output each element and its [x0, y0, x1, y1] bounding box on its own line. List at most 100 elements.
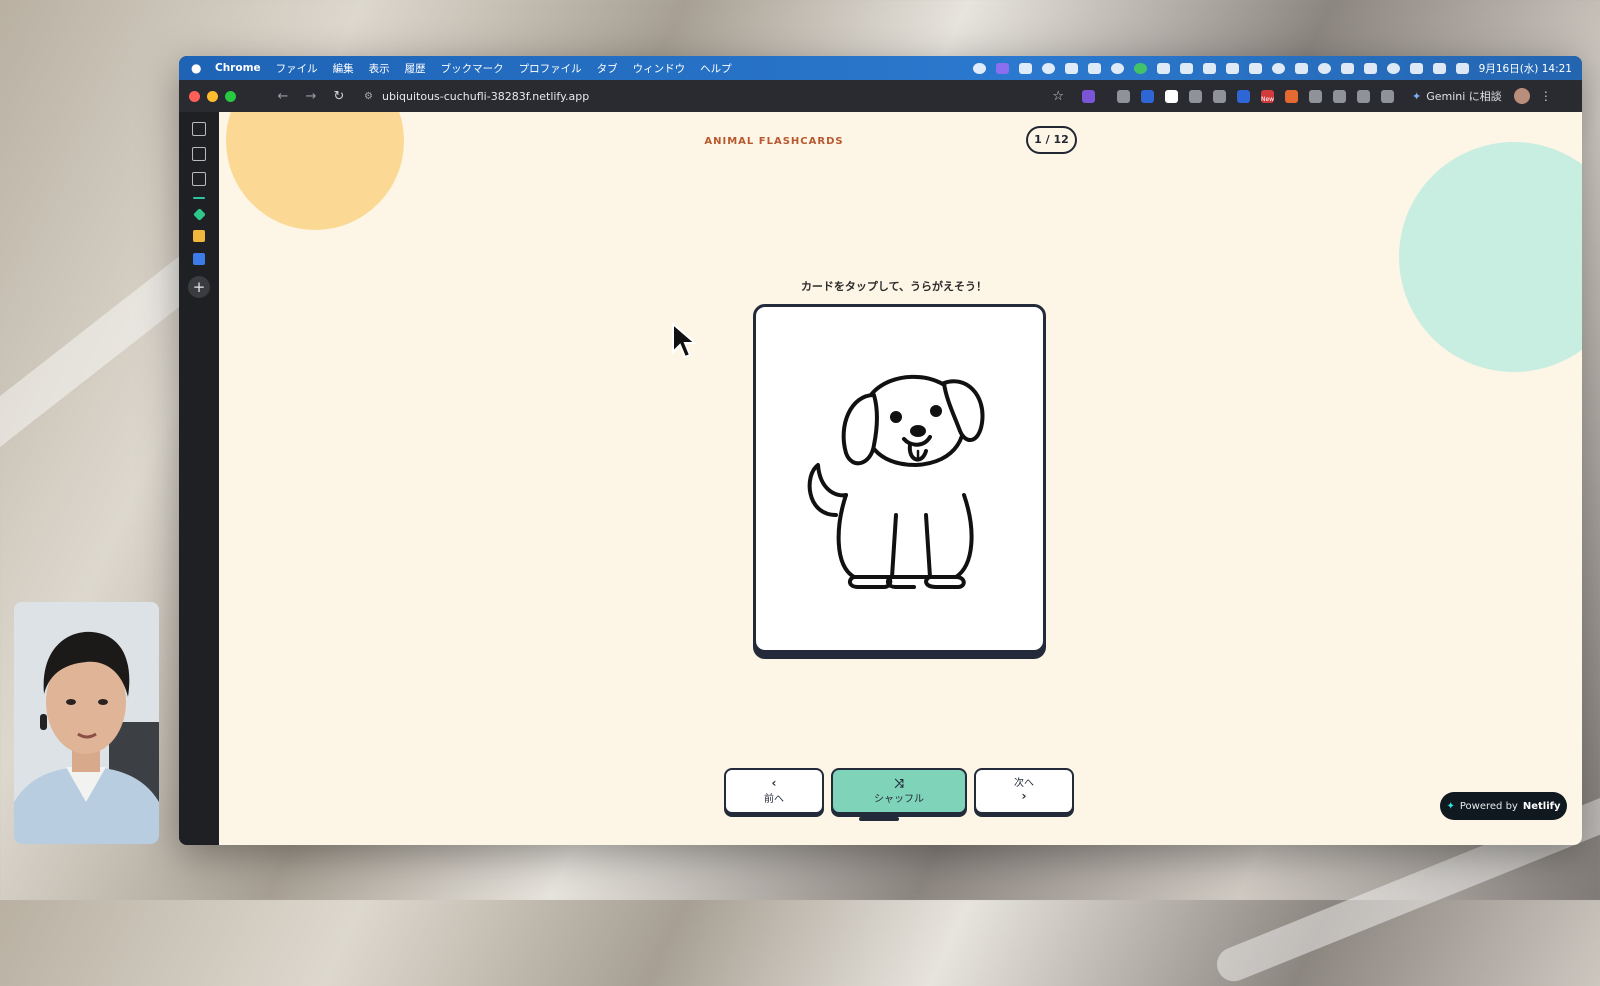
sidebar-icon[interactable] — [1294, 62, 1308, 74]
shuffle-icon: ⤨ — [894, 776, 904, 790]
app-tray-icon[interactable] — [1018, 62, 1032, 74]
card-counter: 1 / 12 — [1026, 126, 1077, 154]
download-box-icon[interactable] — [1248, 62, 1262, 74]
cloud-icon[interactable] — [1271, 62, 1285, 74]
netlify-logo-icon: ✦ — [1446, 800, 1455, 812]
menu-edit[interactable]: 編集 — [333, 61, 354, 76]
maximize-window-icon[interactable] — [225, 90, 236, 102]
next-button[interactable]: 次へ › — [974, 768, 1074, 814]
search-tabs-icon[interactable] — [192, 172, 206, 186]
toggle-sidebar-icon[interactable] — [192, 122, 206, 136]
mouse-cursor-icon — [672, 322, 697, 359]
more-menu-icon[interactable]: ⋮ — [1540, 89, 1552, 103]
forward-arrow-icon[interactable]: → — [304, 89, 318, 104]
shuffle-label: シャッフル — [874, 794, 924, 805]
extension-icon[interactable] — [1082, 89, 1095, 103]
app-tray-icon[interactable] — [1087, 62, 1101, 74]
app-tray-icon[interactable] — [1363, 62, 1377, 74]
sparkle-icon[interactable] — [193, 197, 205, 199]
notes-app-icon[interactable] — [193, 230, 205, 242]
shuffle-button-focus-bar — [859, 817, 899, 821]
browser-window: ● Chrome ファイル 編集 表示 履歴 ブックマーク プロファイル タブ … — [179, 56, 1582, 845]
decor-circle-teal — [1399, 142, 1582, 372]
extension-icon[interactable] — [1285, 89, 1298, 103]
display-icon[interactable] — [1156, 62, 1170, 74]
site-info-icon[interactable]: ⚙ — [364, 91, 374, 102]
control-center-icon[interactable] — [1455, 62, 1469, 74]
prev-label: 前へ — [764, 794, 784, 805]
prev-button[interactable]: ‹ 前へ — [724, 768, 824, 814]
bluetooth-icon[interactable] — [1340, 62, 1354, 74]
menubar-tray: 9月16日(水) 14:21 — [972, 61, 1582, 76]
line-chat-icon[interactable] — [1133, 62, 1147, 74]
reload-icon[interactable]: ↻ — [332, 89, 346, 104]
chevron-left-icon: ‹ — [771, 776, 777, 790]
macos-menubar: ● Chrome ファイル 編集 表示 履歴 ブックマーク プロファイル タブ … — [179, 56, 1582, 80]
decor-circle-yellow — [226, 112, 404, 230]
wifi-icon[interactable] — [1409, 62, 1423, 74]
flashcard[interactable] — [753, 304, 1046, 653]
back-arrow-icon[interactable]: ← — [276, 89, 290, 104]
settings-tray-icon[interactable] — [1041, 62, 1055, 74]
puzzle-extensions-icon[interactable] — [1309, 89, 1322, 103]
pen-extension-icon[interactable] — [1213, 89, 1226, 103]
extension-icon[interactable] — [1237, 89, 1250, 103]
next-label: 次へ — [1014, 778, 1034, 789]
browser-side-rail: + — [179, 112, 219, 845]
page-viewport: ANIMAL FLASHCARDS 1 / 12 カードをタップして、うらがえそ… — [219, 112, 1582, 845]
download-toolbar-icon[interactable] — [1333, 89, 1346, 103]
shuffle-button[interactable]: ⤨ シャッフル — [831, 768, 967, 814]
audio-icon[interactable] — [1202, 62, 1216, 74]
menu-bookmarks[interactable]: ブックマーク — [441, 61, 504, 76]
profile-avatar[interactable] — [1513, 88, 1530, 104]
app-tray-icon[interactable] — [1110, 62, 1124, 74]
print-toolbar-icon[interactable] — [1381, 89, 1394, 103]
menu-view[interactable]: 表示 — [369, 61, 390, 76]
app-tray-icon[interactable] — [1064, 62, 1078, 74]
menu-history[interactable]: 履歴 — [405, 61, 426, 76]
gemini-button[interactable]: ✦ Gemini に相談 — [1412, 88, 1502, 104]
time-machine-icon[interactable] — [1386, 62, 1400, 74]
menu-chrome[interactable]: Chrome — [215, 62, 261, 74]
brightness-icon[interactable] — [972, 62, 986, 74]
presenter-avatar — [14, 602, 159, 844]
new-badge-extension-icon[interactable]: New — [1261, 89, 1274, 103]
minimize-window-icon[interactable] — [207, 90, 218, 102]
docs-app-icon[interactable] — [193, 253, 205, 265]
webcam-overlay — [14, 602, 159, 844]
address-bar[interactable]: ⚙ ubiquitous-cuchufli-38283f.netlify.app… — [364, 85, 1064, 107]
diamond-app-icon[interactable] — [192, 208, 206, 221]
icloud-icon[interactable] — [1317, 62, 1331, 74]
add-app-icon[interactable]: + — [188, 276, 210, 298]
dog-illustration-icon — [807, 374, 985, 589]
menubar-clock[interactable]: 9月16日(水) 14:21 — [1479, 61, 1572, 76]
close-window-icon[interactable] — [189, 90, 200, 102]
page-title: ANIMAL FLASHCARDS — [704, 136, 844, 147]
notion-extension-icon[interactable] — [1165, 89, 1178, 103]
chevron-right-icon: › — [1021, 789, 1027, 803]
mirroring-icon[interactable] — [1432, 62, 1446, 74]
extension-icon[interactable] — [1141, 89, 1154, 103]
apple-icon[interactable]: ● — [191, 61, 205, 75]
gemini-spark-icon: ✦ — [1412, 89, 1422, 103]
shield-icon[interactable] — [1179, 62, 1193, 74]
download-icon[interactable] — [1225, 62, 1239, 74]
menu-help[interactable]: ヘルプ — [700, 61, 732, 76]
netlify-prefix: Powered by — [1459, 800, 1518, 812]
gemini-label: Gemini に相談 — [1426, 90, 1502, 103]
screen-record-icon[interactable] — [995, 62, 1009, 74]
grid-icon[interactable] — [192, 147, 206, 161]
menu-file[interactable]: ファイル — [276, 61, 318, 76]
camera-extension-icon[interactable] — [1117, 89, 1130, 103]
address-url[interactable]: ubiquitous-cuchufli-38283f.netlify.app — [382, 90, 589, 103]
extension-icon[interactable] — [1189, 89, 1202, 103]
bookmarks-toolbar-icon[interactable] — [1357, 89, 1370, 103]
bookmark-star-icon[interactable]: ☆ — [1052, 89, 1064, 104]
window-controls — [189, 90, 236, 102]
menu-tab[interactable]: タブ — [597, 61, 618, 76]
menu-profile[interactable]: プロファイル — [519, 61, 582, 76]
netlify-badge[interactable]: ✦ Powered by Netlify — [1440, 792, 1567, 820]
extensions-bar: New — [1117, 89, 1394, 103]
browser-toolbar: ← → ↻ ⚙ ubiquitous-cuchufli-38283f.netli… — [179, 80, 1582, 112]
menu-window[interactable]: ウィンドウ — [633, 61, 686, 76]
